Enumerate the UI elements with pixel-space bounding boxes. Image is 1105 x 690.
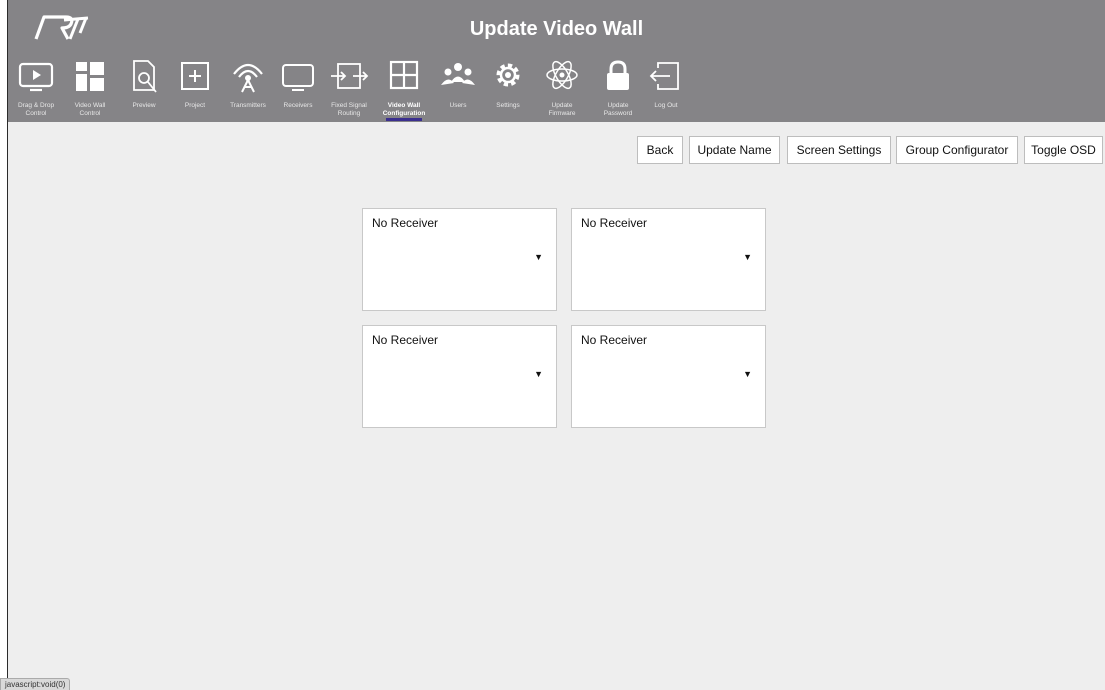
dropdown-arrow-icon[interactable]: ▼ <box>534 369 543 379</box>
screen-settings-button[interactable]: Screen Settings <box>787 136 891 164</box>
preview-icon <box>133 60 157 93</box>
page-title: Update Video Wall <box>469 18 644 40</box>
status-bar-url: javascript:void(0) <box>0 678 71 690</box>
header-bar: Update Video Wall Drag & Drop Control Vi… <box>8 0 1105 122</box>
video-wall-cell[interactable]: No Receiver ▼ <box>571 208 766 311</box>
toggle-osd-button[interactable]: Toggle OSD <box>1024 136 1103 164</box>
active-tab-indicator <box>386 118 422 121</box>
atom-icon <box>546 60 578 90</box>
group-configurator-button[interactable]: Group Configurator <box>896 136 1018 164</box>
video-wall-cell[interactable]: No Receiver ▼ <box>362 325 557 428</box>
dropdown-arrow-icon[interactable]: ▼ <box>743 369 752 379</box>
routing-icon <box>331 63 369 89</box>
back-button[interactable]: Back <box>637 136 683 164</box>
dropdown-arrow-icon[interactable]: ▼ <box>534 252 543 262</box>
antenna-icon <box>233 63 263 93</box>
lock-icon <box>607 60 629 90</box>
grid-icon <box>389 60 419 90</box>
video-wall-icon <box>76 62 104 91</box>
monitor-icon <box>282 64 314 91</box>
update-name-button[interactable]: Update Name <box>689 136 780 164</box>
gear-icon <box>496 63 520 87</box>
logout-icon <box>649 62 679 90</box>
receiver-select-value: No Receiver <box>372 216 439 230</box>
dropdown-arrow-icon[interactable]: ▼ <box>743 252 752 262</box>
receiver-select-value: No Receiver <box>581 216 648 230</box>
play-screen-icon <box>18 62 54 92</box>
nav-label: Log Out <box>654 102 678 109</box>
video-wall-cell[interactable]: No Receiver ▼ <box>571 325 766 428</box>
users-icon <box>441 63 475 85</box>
main-content: Back Update Name Screen Settings Group C… <box>8 122 1105 690</box>
receiver-select-value: No Receiver <box>372 333 439 347</box>
project-plus-icon <box>181 62 209 90</box>
video-wall-cell[interactable]: No Receiver ▼ <box>362 208 557 311</box>
nav-log-out[interactable]: Log Out <box>634 52 698 122</box>
receiver-select-value: No Receiver <box>581 333 648 347</box>
